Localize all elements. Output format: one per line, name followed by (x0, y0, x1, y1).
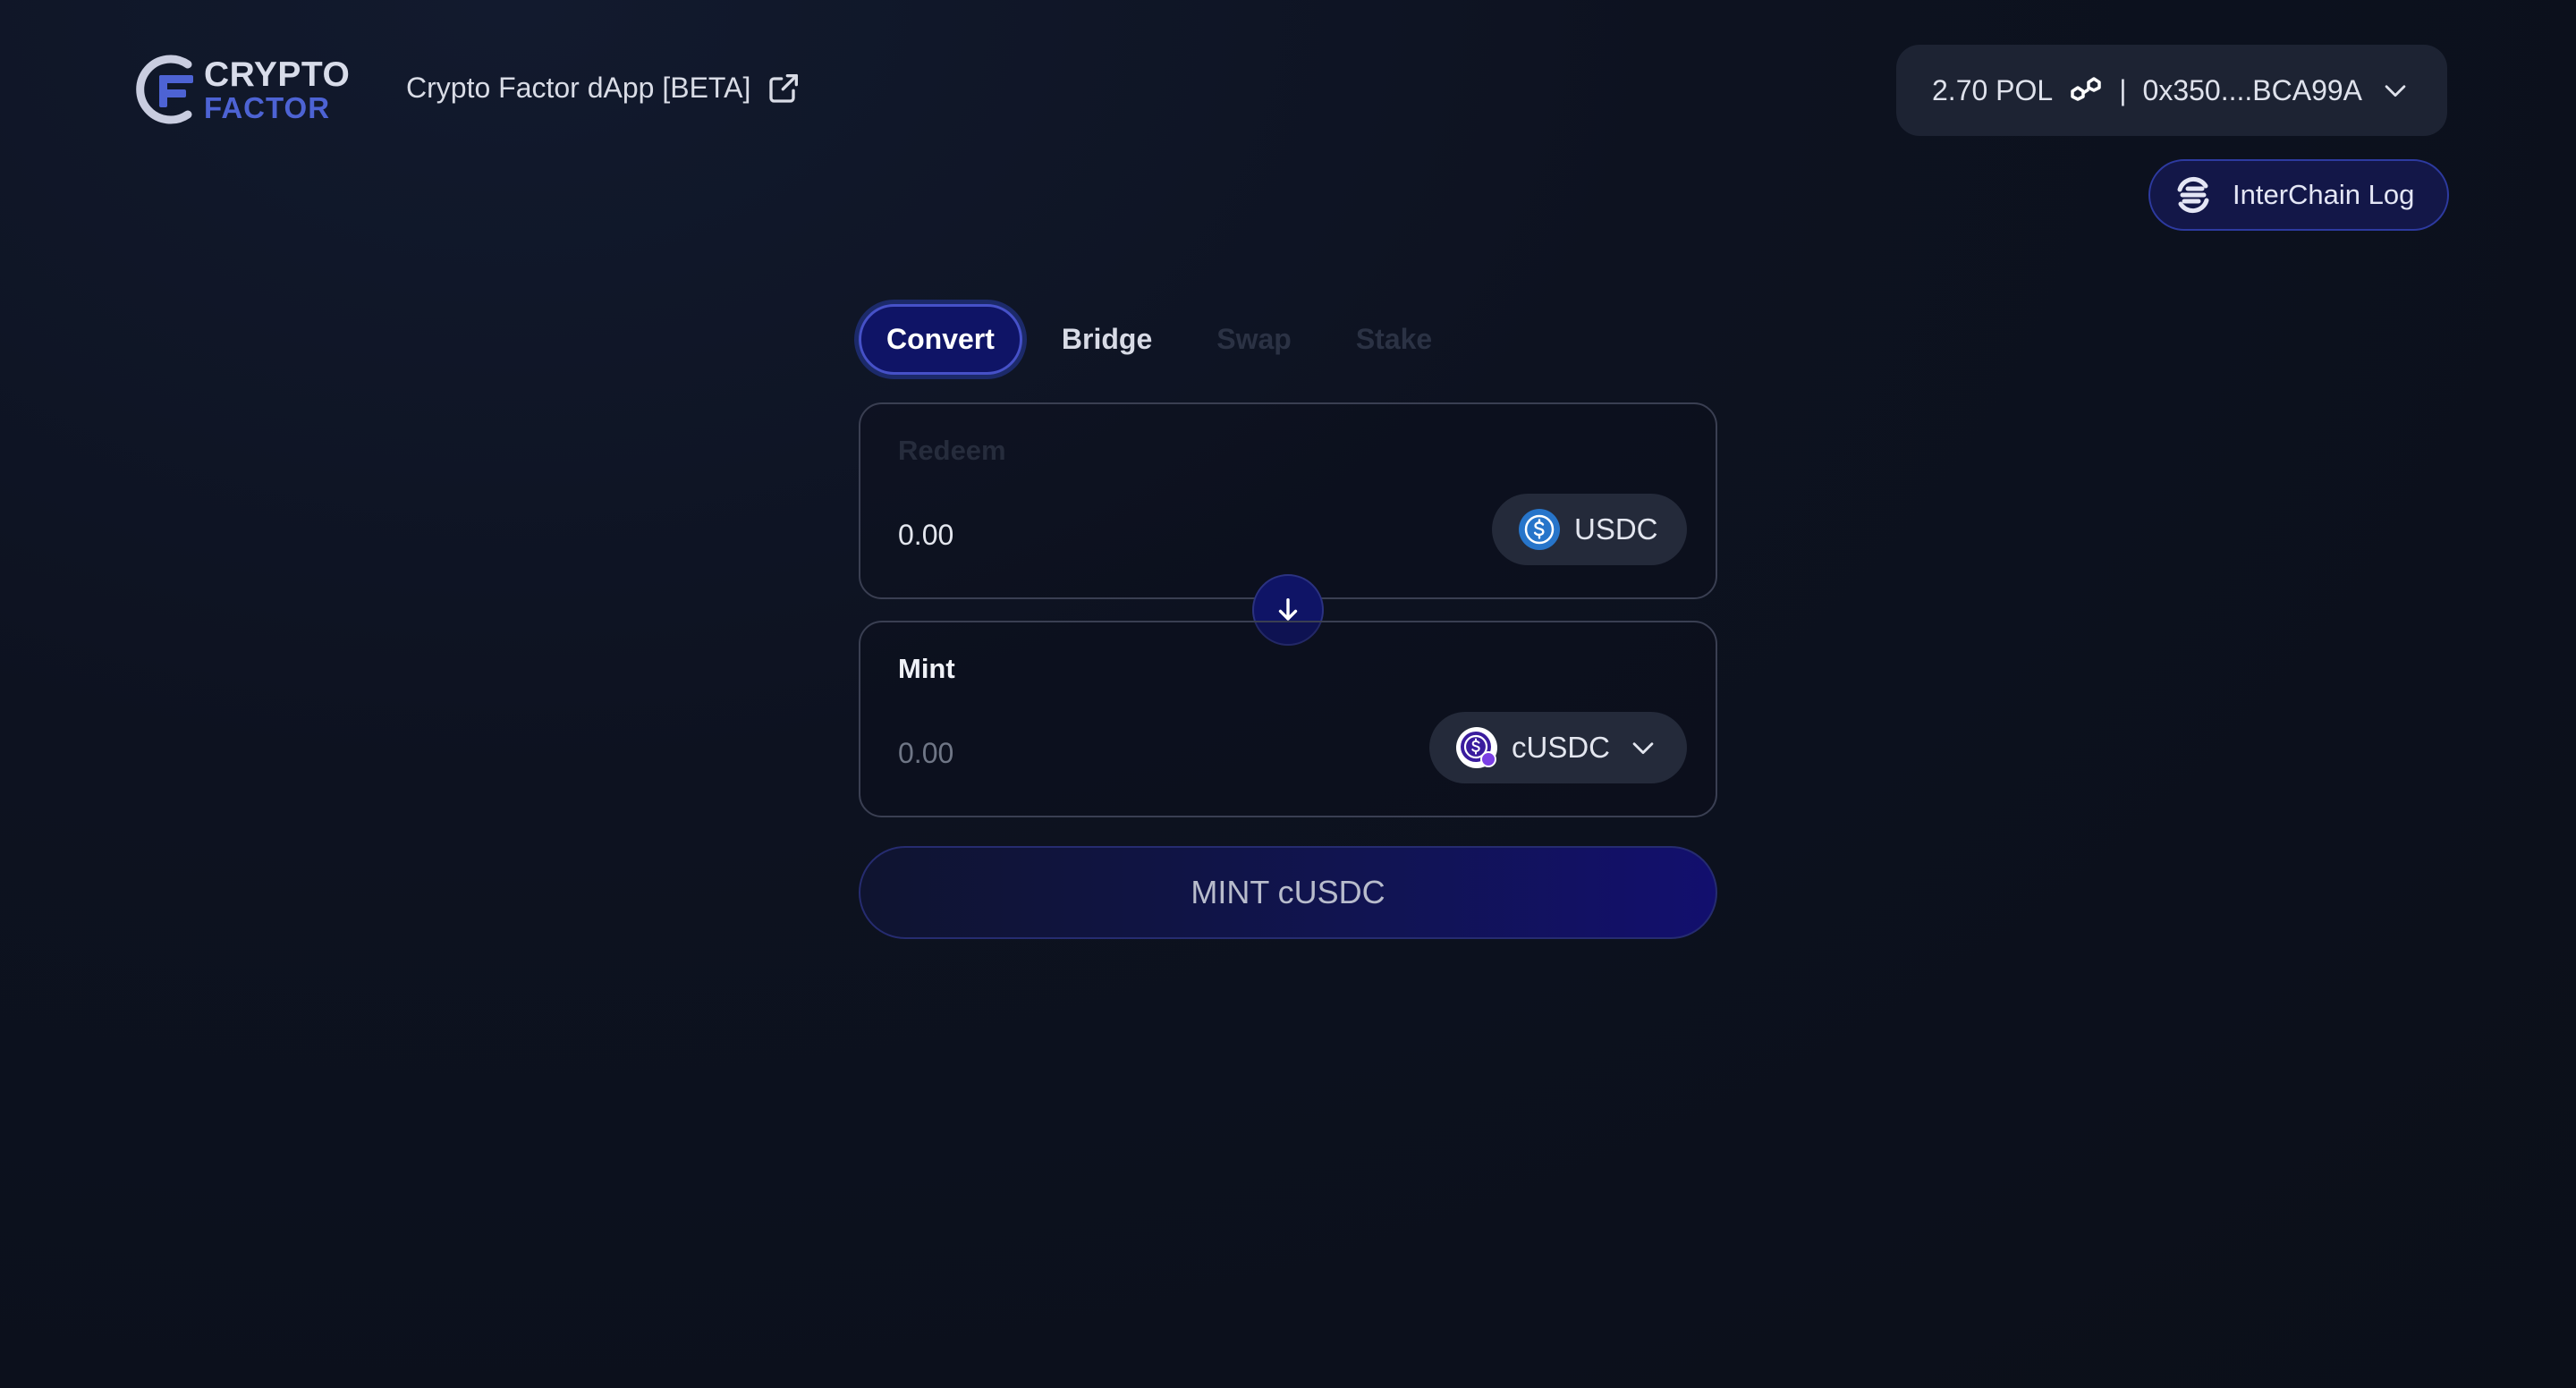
cusdc-token-select[interactable]: cUSDC (1429, 712, 1687, 783)
polygon-icon (2071, 77, 2101, 101)
chevron-down-icon (1632, 742, 1654, 755)
mint-cusdc-button[interactable]: MINT cUSDC (859, 846, 1717, 939)
interchain-log-label: InterChain Log (2233, 179, 2415, 210)
logo-text: CRYPTO FACTOR (204, 57, 350, 123)
logo[interactable]: CRYPTO FACTOR (129, 52, 350, 127)
redeem-label: Redeem (898, 435, 1006, 466)
app-root: CRYPTO FACTOR Crypto Factor dApp [BETA] … (0, 0, 2576, 1388)
cusdc-icon (1456, 727, 1497, 768)
tab-bridge[interactable]: Bridge (1062, 323, 1152, 356)
logo-line-2: FACTOR (204, 90, 331, 124)
tab-swap: Swap (1216, 322, 1292, 355)
wallet-button[interactable]: 2.70 POL | 0x350....BCA99A (1896, 45, 2447, 136)
usdc-icon (1519, 509, 1560, 550)
cusdc-token-label: cUSDC (1512, 731, 1611, 764)
logo-line-1: CRYPTO (204, 55, 351, 94)
wallet-balance: 2.70 POL (1932, 73, 2054, 106)
dapp-link-label: Crypto Factor dApp [BETA] (406, 71, 751, 104)
mint-card: Mint 0.00 cUSDC (859, 621, 1717, 817)
tab-bar: Convert Bridge Swap Stake (859, 302, 1496, 376)
redeem-amount-input[interactable]: 0.00 (898, 519, 953, 552)
external-link-icon (769, 74, 799, 103)
axelar-icon (2177, 176, 2209, 214)
mint-amount-input[interactable]: 0.00 (898, 737, 953, 770)
interchain-log-button[interactable]: InterChain Log (2148, 159, 2449, 231)
tab-stake: Stake (1355, 322, 1433, 355)
usdc-token-label: USDC (1574, 512, 1658, 546)
mint-label: Mint (898, 653, 955, 684)
crypto-factor-logo-icon (136, 55, 193, 124)
dapp-external-link[interactable]: Crypto Factor dApp [BETA] (406, 70, 802, 106)
wallet-separator: | (2119, 73, 2127, 106)
wallet-address: 0x350....BCA99A (2142, 73, 2362, 106)
chevron-down-icon (2385, 85, 2406, 97)
redeem-card: Redeem 0.00 USDC (859, 402, 1717, 599)
usdc-token-button[interactable]: USDC (1492, 494, 1687, 565)
tab-convert[interactable]: Convert (859, 303, 1022, 375)
